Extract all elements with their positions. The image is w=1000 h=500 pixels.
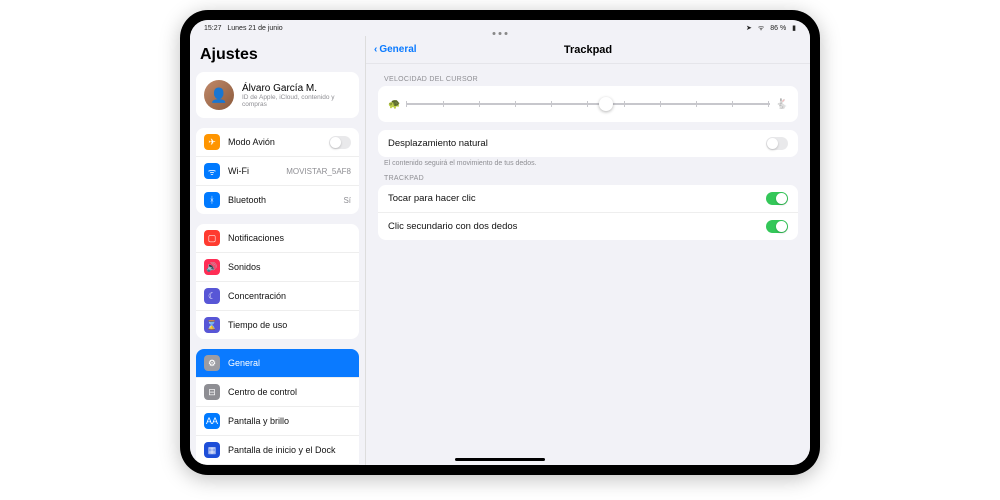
airplane-icon: ✈	[204, 134, 220, 150]
bluetooth-icon: ᚼ	[204, 192, 220, 208]
status-time: 15:27	[204, 25, 222, 32]
tap-to-click-label: Tocar para hacer clic	[388, 193, 766, 204]
natural-scroll-label: Desplazamiento natural	[388, 138, 766, 149]
sidebar-toggle[interactable]	[329, 136, 351, 149]
general-group: ⚙ General ⊟ Centro de control AA Pantalla y b…	[196, 349, 359, 465]
screentime-icon: ⌛	[204, 317, 220, 333]
back-button[interactable]: ‹ General	[374, 44, 417, 55]
back-label: General	[379, 44, 416, 55]
sidebar-item-label: Notificaciones	[228, 233, 351, 243]
ipad-frame: 15:27 Lunes 21 de junio ➤ ᯤ 86 % ▮ Ajust…	[180, 10, 820, 475]
scroll-footer: El contenido seguirá el movimiento de tu…	[378, 157, 798, 167]
homescreen-icon: ▦	[204, 442, 220, 458]
sidebar-item-value: MOVISTAR_5AF8	[286, 167, 351, 176]
sidebar-item-sonidos[interactable]: 🔊 Sonidos	[196, 253, 359, 282]
profile-name: Álvaro García M.	[242, 83, 351, 94]
multitask-dots[interactable]	[493, 32, 508, 35]
sidebar-item-wi-fi[interactable]: ᯤ Wi-FiMOVISTAR_5AF8	[196, 157, 359, 186]
trackpad-header: TRACKPAD	[378, 167, 798, 185]
battery-icon: ▮	[792, 25, 796, 32]
ipad-screen: 15:27 Lunes 21 de junio ➤ ᯤ 86 % ▮ Ajust…	[190, 20, 810, 465]
sidebar-title: Ajustes	[200, 46, 359, 64]
home-indicator[interactable]	[455, 458, 545, 461]
rabbit-icon: 🐇	[776, 99, 788, 110]
turtle-icon: 🐢	[388, 99, 400, 110]
profile-subtitle: ID de Apple, iCloud, contenido y compras	[242, 94, 351, 108]
sidebar-item-value: Sí	[343, 196, 351, 205]
main-header: ‹ General Trackpad	[366, 36, 810, 64]
sidebar-item-label: Tiempo de uso	[228, 320, 351, 330]
cursor-speed-header: VELOCIDAD DEL CURSOR	[378, 68, 798, 86]
secondary-click-toggle[interactable]	[766, 220, 788, 233]
sidebar-item-general[interactable]: ⚙ General	[196, 349, 359, 378]
wifi-icon: ᯤ	[204, 163, 220, 179]
main-panel: ‹ General Trackpad VELOCIDAD DEL CURSOR …	[365, 36, 810, 465]
status-date: Lunes 21 de junio	[227, 25, 282, 32]
sidebar-item-label: Centro de control	[228, 387, 351, 397]
sidebar-item-centro-de-control[interactable]: ⊟ Centro de control	[196, 378, 359, 407]
sidebar-item-label: Pantalla de inicio y el Dock	[228, 445, 351, 455]
scroll-card: Desplazamiento natural	[378, 130, 798, 157]
sidebar-item-notificaciones[interactable]: ▢ Notificaciones	[196, 224, 359, 253]
trackpad-card: Tocar para hacer clic Clic secundario co…	[378, 185, 798, 240]
general-icon: ⚙	[204, 355, 220, 371]
control-center-icon: ⊟	[204, 384, 220, 400]
notifications-icon: ▢	[204, 230, 220, 246]
sidebar-item-tiempo-de-uso[interactable]: ⌛ Tiempo de uso	[196, 311, 359, 339]
chevron-left-icon: ‹	[374, 44, 377, 55]
tap-to-click-toggle[interactable]	[766, 192, 788, 205]
focus-icon: ☾	[204, 288, 220, 304]
avatar: 👤	[204, 80, 234, 110]
sidebar-item-label: Concentración	[228, 291, 351, 301]
slider-knob[interactable]	[599, 97, 613, 111]
battery-percent: 86 %	[770, 25, 786, 32]
sidebar-item-label: General	[228, 358, 351, 368]
settings-sidebar[interactable]: Ajustes 👤 Álvaro García M. ID de Apple, …	[190, 36, 365, 465]
notifications-group: ▢ Notificaciones 🔊 Sonidos ☾ Concentración ⌛ Ti…	[196, 224, 359, 339]
wifi-status-icon: ᯤ	[758, 25, 764, 32]
secondary-click-row[interactable]: Clic secundario con dos dedos	[378, 213, 798, 240]
sidebar-item-pantalla-de-inicio-y-el-dock[interactable]: ▦ Pantalla de inicio y el Dock	[196, 436, 359, 465]
natural-scroll-toggle[interactable]	[766, 137, 788, 150]
sidebar-item-bluetooth[interactable]: ᚼ BluetoothSí	[196, 186, 359, 214]
sidebar-item-label: Bluetooth	[228, 195, 343, 205]
profile-card[interactable]: 👤 Álvaro García M. ID de Apple, iCloud, …	[196, 72, 359, 118]
sidebar-item-modo-avión[interactable]: ✈ Modo Avión	[196, 128, 359, 157]
sidebar-item-label: Pantalla y brillo	[228, 416, 351, 426]
sidebar-item-concentración[interactable]: ☾ Concentración	[196, 282, 359, 311]
display-icon: AA	[204, 413, 220, 429]
network-group: ✈ Modo Avión ᯤ Wi-FiMOVISTAR_5AF8 ᚼ Bluetooth…	[196, 128, 359, 214]
cursor-speed-card: 🐢 🐇	[378, 86, 798, 122]
tap-to-click-row[interactable]: Tocar para hacer clic	[378, 185, 798, 213]
sidebar-item-label: Sonidos	[228, 262, 351, 272]
cursor-speed-slider[interactable]	[406, 96, 769, 112]
location-icon: ➤	[746, 25, 752, 32]
sounds-icon: 🔊	[204, 259, 220, 275]
sidebar-item-label: Modo Avión	[228, 137, 329, 147]
sidebar-item-pantalla-y-brillo[interactable]: AA Pantalla y brillo	[196, 407, 359, 436]
secondary-click-label: Clic secundario con dos dedos	[388, 221, 766, 232]
page-title: Trackpad	[564, 44, 612, 56]
sidebar-item-label: Wi-Fi	[228, 166, 286, 176]
natural-scroll-row[interactable]: Desplazamiento natural	[378, 130, 798, 157]
